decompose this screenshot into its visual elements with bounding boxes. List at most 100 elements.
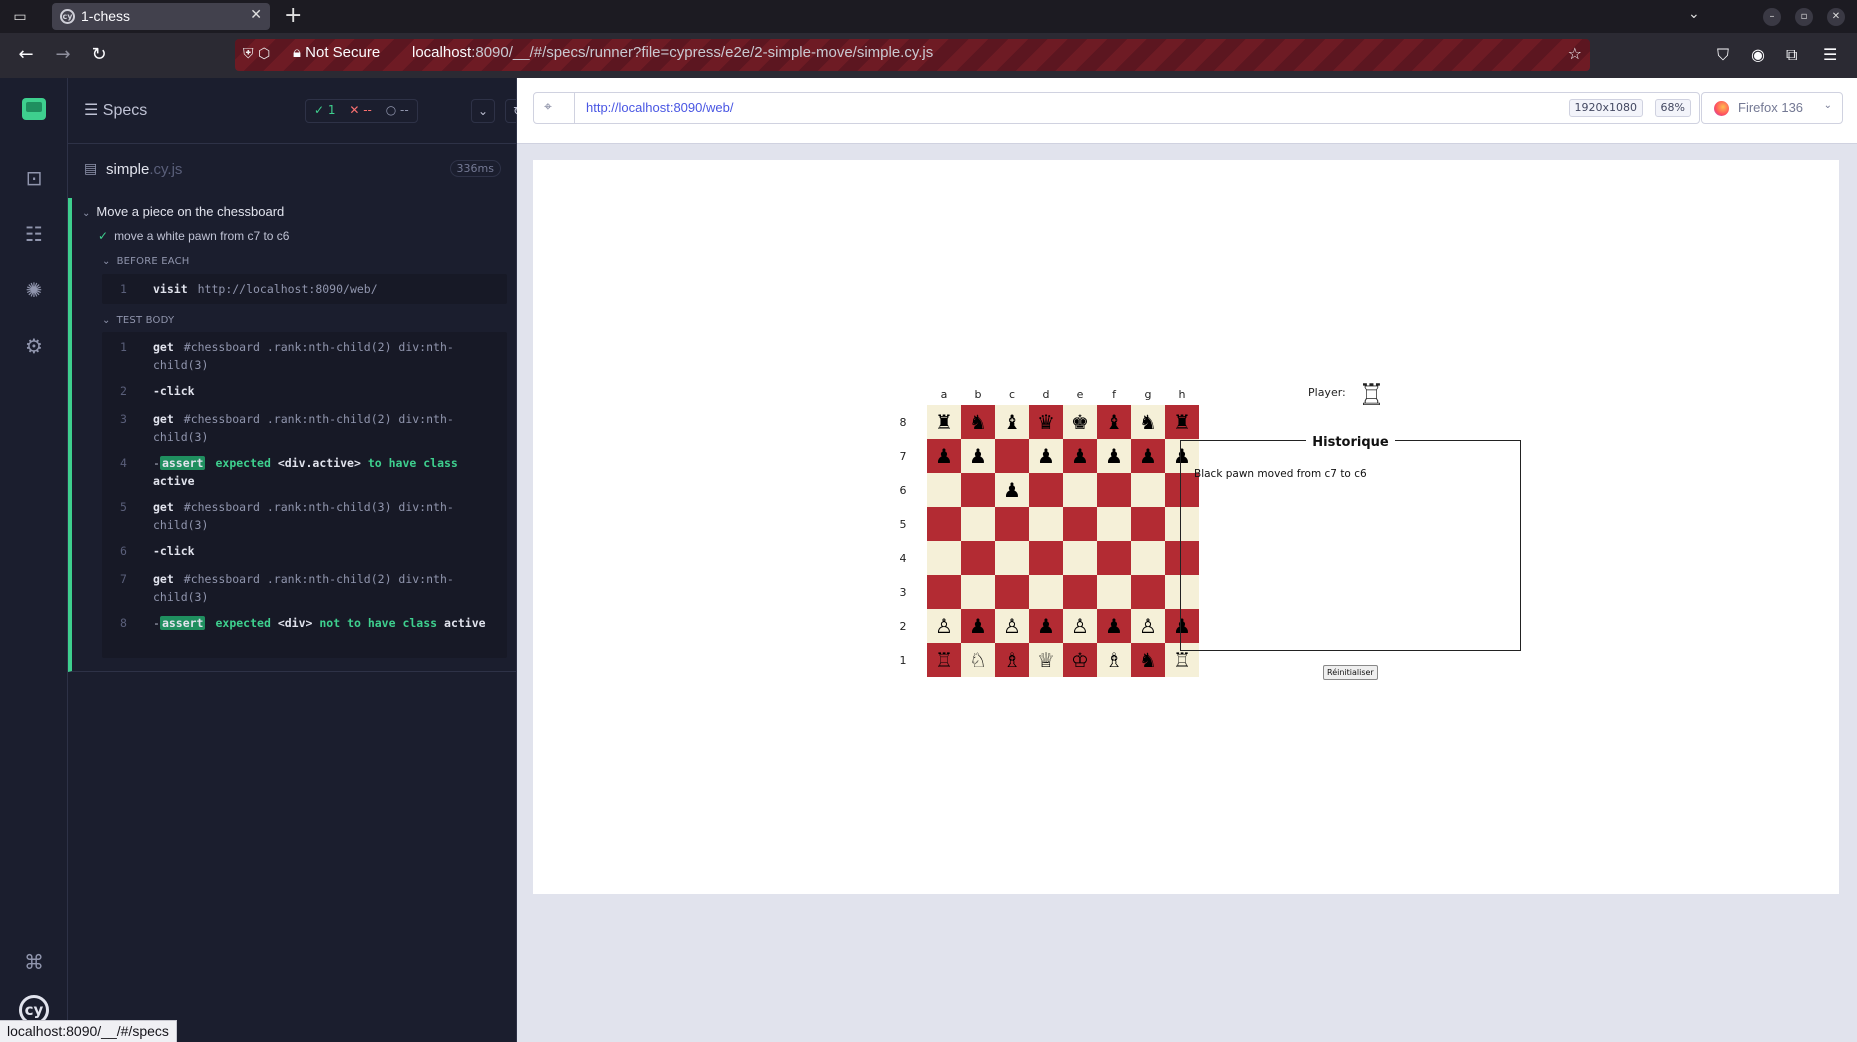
test-body-commands: 1 get #chessboard .rank:nth-child(2) div:… bbox=[102, 332, 507, 658]
square-b8[interactable]: ♞ bbox=[961, 405, 995, 439]
square-f6[interactable] bbox=[1097, 473, 1131, 507]
runs-icon[interactable]: ⊡ bbox=[22, 166, 46, 190]
extensions-icon[interactable]: ⧉ bbox=[1786, 45, 1797, 65]
square-d5[interactable] bbox=[1029, 507, 1063, 541]
test-title[interactable]: ✓ move a white pawn from c7 to c6 bbox=[98, 229, 289, 243]
square-a7[interactable]: ♟ bbox=[927, 439, 961, 473]
square-g7[interactable]: ♟ bbox=[1131, 439, 1165, 473]
square-e4[interactable] bbox=[1063, 541, 1097, 575]
square-a4[interactable] bbox=[927, 541, 961, 575]
file-label: f bbox=[1112, 388, 1116, 401]
square-b3[interactable] bbox=[961, 575, 995, 609]
square-b1[interactable]: ♘ bbox=[961, 643, 995, 677]
square-e6[interactable] bbox=[1063, 473, 1097, 507]
specs-toggle[interactable]: ☰ Specs bbox=[84, 100, 147, 120]
square-b7[interactable]: ♟ bbox=[961, 439, 995, 473]
tab-list-icon[interactable]: ▭ bbox=[10, 7, 30, 27]
square-f1[interactable]: ♗ bbox=[1097, 643, 1131, 677]
square-e3[interactable] bbox=[1063, 575, 1097, 609]
aut-url-link[interactable]: http://localhost:8090/web/ bbox=[586, 100, 733, 115]
square-d3[interactable] bbox=[1029, 575, 1063, 609]
before-each-hook[interactable]: ⌄ BEFORE EACH bbox=[102, 256, 190, 267]
square-c5[interactable] bbox=[995, 507, 1029, 541]
square-f5[interactable] bbox=[1097, 507, 1131, 541]
browser-tab[interactable]: cy 1-chess ✕ bbox=[52, 3, 270, 30]
new-tab-icon[interactable]: + bbox=[284, 3, 302, 28]
back-icon[interactable]: ← bbox=[15, 44, 37, 66]
permissions-icon[interactable]: ⛨ ⬡ bbox=[243, 46, 270, 62]
keyboard-shortcuts-icon[interactable]: ⌘ bbox=[22, 950, 46, 974]
bookmark-star-icon[interactable]: ☆ bbox=[1568, 44, 1582, 63]
square-d2[interactable]: ♟ bbox=[1029, 609, 1063, 643]
restore-icon[interactable]: ▫ bbox=[1795, 8, 1813, 26]
pocket-icon[interactable]: ⛉ bbox=[1717, 45, 1729, 65]
minimize-icon[interactable]: – bbox=[1763, 8, 1781, 26]
address-bar[interactable]: ⛨ ⬡ 🔒︎ Not Secure localhost:8090/__/#/sp… bbox=[235, 39, 1590, 71]
collapse-all-icon[interactable]: ⌄ bbox=[471, 99, 495, 123]
account-icon[interactable]: ◉ bbox=[1751, 45, 1765, 64]
square-a3[interactable] bbox=[927, 575, 961, 609]
forward-icon[interactable]: → bbox=[52, 44, 74, 66]
reset-button[interactable]: Réinitialiser bbox=[1323, 665, 1378, 680]
command-number: 4 bbox=[120, 456, 127, 470]
square-e7[interactable]: ♟ bbox=[1063, 439, 1097, 473]
browser-selector[interactable]: Firefox 136 ⌄ bbox=[1701, 92, 1843, 124]
square-f4[interactable] bbox=[1097, 541, 1131, 575]
square-a5[interactable] bbox=[927, 507, 961, 541]
square-d6[interactable] bbox=[1029, 473, 1063, 507]
square-d8[interactable]: ♛ bbox=[1029, 405, 1063, 439]
square-a1[interactable]: ♖ bbox=[927, 643, 961, 677]
window-close-icon[interactable]: ✕ bbox=[1827, 8, 1845, 26]
square-g6[interactable] bbox=[1131, 473, 1165, 507]
square-c3[interactable] bbox=[995, 575, 1029, 609]
menu-icon[interactable]: ☰ bbox=[1823, 45, 1837, 64]
square-g5[interactable] bbox=[1131, 507, 1165, 541]
square-d1[interactable]: ♕ bbox=[1029, 643, 1063, 677]
square-e2[interactable]: ♙ bbox=[1063, 609, 1097, 643]
square-g2[interactable]: ♙ bbox=[1131, 609, 1165, 643]
specs-list-icon[interactable]: ☷ bbox=[22, 222, 46, 246]
list-all-tabs-icon[interactable]: ⌄ bbox=[1688, 6, 1700, 22]
test-body-hook[interactable]: ⌄ TEST BODY bbox=[102, 315, 174, 326]
square-g4[interactable] bbox=[1131, 541, 1165, 575]
square-a2[interactable]: ♙ bbox=[927, 609, 961, 643]
square-b5[interactable] bbox=[961, 507, 995, 541]
square-c4[interactable] bbox=[995, 541, 1029, 575]
square-f8[interactable]: ♝ bbox=[1097, 405, 1131, 439]
square-d4[interactable] bbox=[1029, 541, 1063, 575]
not-secure-indicator[interactable]: 🔒︎ Not Secure bbox=[293, 44, 380, 61]
square-d7[interactable]: ♟ bbox=[1029, 439, 1063, 473]
debug-bug-icon[interactable]: ✺ bbox=[22, 278, 46, 302]
square-a8[interactable]: ♜ bbox=[927, 405, 961, 439]
square-c7[interactable] bbox=[995, 439, 1029, 473]
tab-close-icon[interactable]: ✕ bbox=[250, 7, 262, 23]
address-url[interactable]: localhost:8090/__/#/specs/runner?file=cy… bbox=[412, 44, 933, 61]
square-g3[interactable] bbox=[1131, 575, 1165, 609]
square-a6[interactable] bbox=[927, 473, 961, 507]
square-e8[interactable]: ♚ bbox=[1063, 405, 1097, 439]
browser-tab-bar: ▭ cy 1-chess ✕ + ⌄ – ▫ ✕ bbox=[0, 0, 1857, 33]
settings-gear-icon[interactable]: ⚙ bbox=[22, 334, 46, 358]
project-logo-icon[interactable] bbox=[22, 98, 46, 120]
viewport-size-badge[interactable]: 1920x1080 bbox=[1568, 99, 1643, 117]
square-c2[interactable]: ♙ bbox=[995, 609, 1029, 643]
square-b6[interactable] bbox=[961, 473, 995, 507]
square-f2[interactable]: ♟ bbox=[1097, 609, 1131, 643]
square-c6[interactable]: ♟ bbox=[995, 473, 1029, 507]
reload-icon[interactable]: ↻ bbox=[88, 44, 110, 66]
square-c1[interactable]: ♗ bbox=[995, 643, 1029, 677]
square-g8[interactable]: ♞ bbox=[1131, 405, 1165, 439]
square-c8[interactable]: ♝ bbox=[995, 405, 1029, 439]
chevron-down-icon: ⌄ bbox=[102, 256, 111, 267]
square-b2[interactable]: ♟ bbox=[961, 609, 995, 643]
square-e1[interactable]: ♔ bbox=[1063, 643, 1097, 677]
spec-name[interactable]: simple.cy.js bbox=[106, 161, 182, 178]
square-f3[interactable] bbox=[1097, 575, 1131, 609]
selector-playground-icon[interactable]: ⌖ bbox=[544, 99, 552, 115]
square-b4[interactable] bbox=[961, 541, 995, 575]
square-g1[interactable]: ♞ bbox=[1131, 643, 1165, 677]
square-f7[interactable]: ♟ bbox=[1097, 439, 1131, 473]
square-e5[interactable] bbox=[1063, 507, 1097, 541]
zoom-badge[interactable]: 68% bbox=[1654, 99, 1691, 117]
suite-title[interactable]: ⌄ Move a piece on the chessboard bbox=[82, 204, 284, 219]
